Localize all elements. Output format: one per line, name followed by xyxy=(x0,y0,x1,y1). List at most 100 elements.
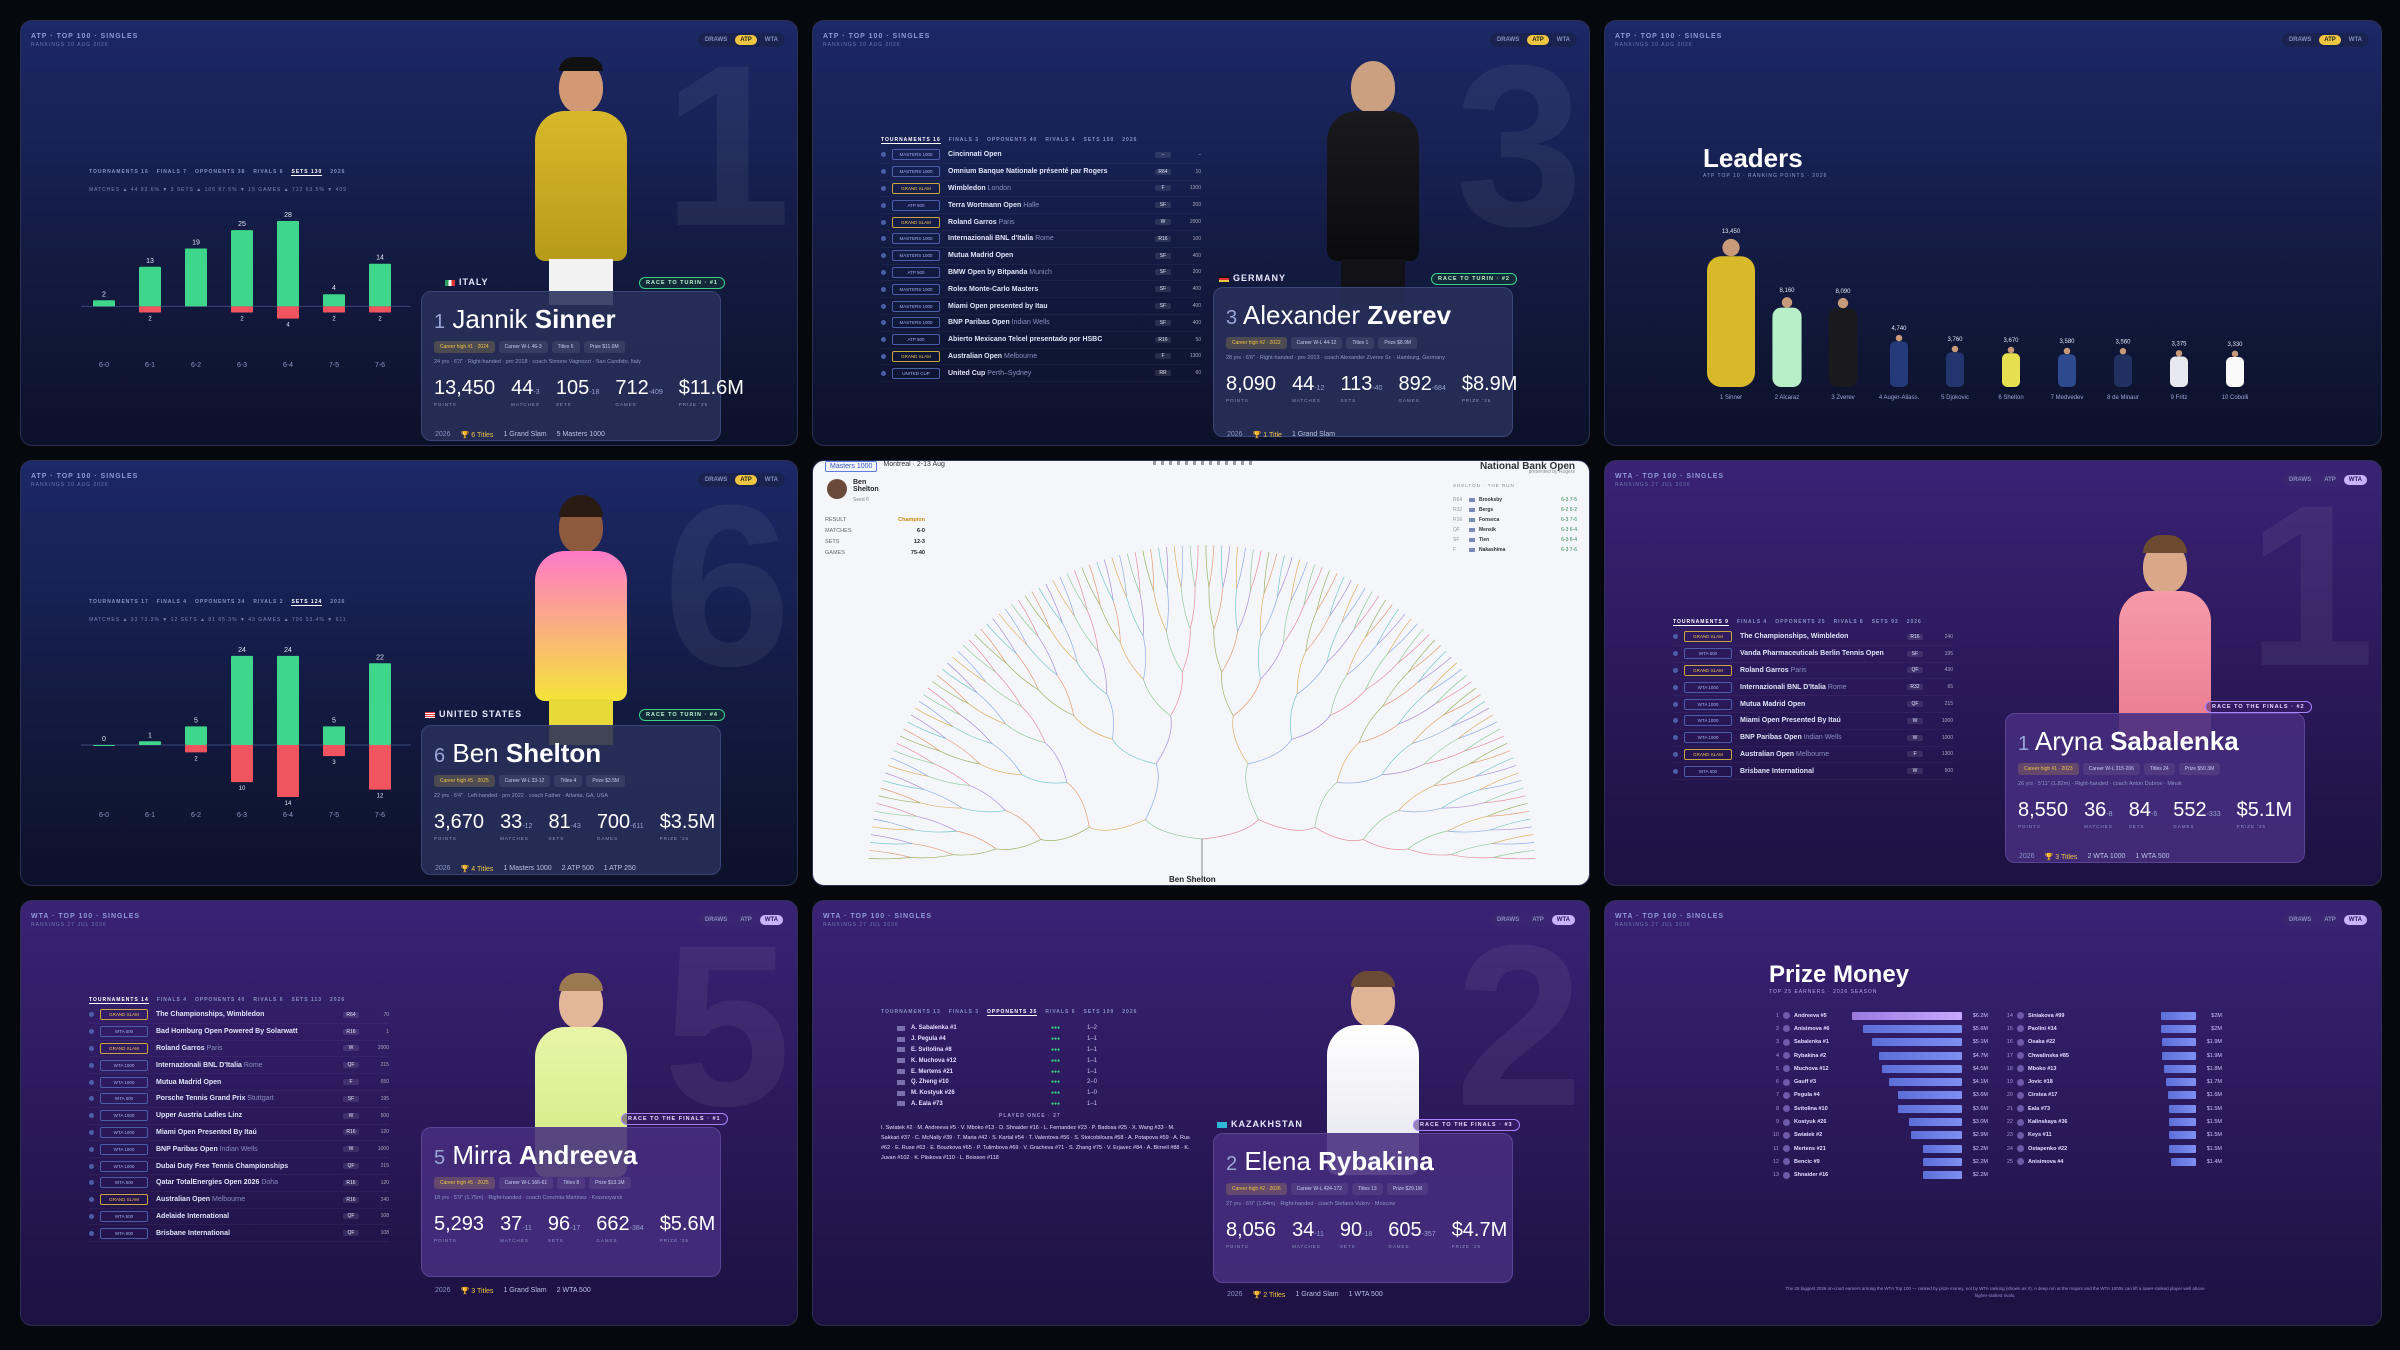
tab-year[interactable]: 2026 xyxy=(330,599,345,606)
card-rybakina[interactable]: WTA · TOP 100 · SINGLES RANKINGS 27 JUL … xyxy=(812,900,1590,1326)
list-item[interactable]: MASTERS 1000 Rolex Monte-Carlo Masters SF… xyxy=(881,281,1201,299)
prize-row[interactable]: 15 Paolini #14 $2M xyxy=(2005,1022,2222,1035)
list-item[interactable]: WTA 500 Brisbane International QF 108 xyxy=(89,1225,389,1243)
list-item[interactable]: WTA 500 Adelaide International QF 108 xyxy=(89,1209,389,1226)
tab-opponents[interactable]: OPPONENTS 35 xyxy=(986,1009,1038,1016)
opponent-row[interactable]: M. Kostyuk #26 ●●● 1–0 xyxy=(897,1088,1097,1099)
tab-tournaments[interactable]: TOURNAMENTS 14 xyxy=(89,997,149,1004)
list-item[interactable]: WTA 1000 BNP Paribas Open Indian Wells W 10… xyxy=(89,1141,389,1159)
card-andreeva[interactable]: WTA · TOP 100 · SINGLES RANKINGS 27 JUL … xyxy=(20,900,798,1326)
tab-opponents[interactable]: OPPONENTS 40 xyxy=(987,137,1037,144)
tab-sets[interactable]: SETS 93 xyxy=(1872,619,1899,626)
card-sabalenka[interactable]: WTA · TOP 100 · SINGLES RANKINGS 27 JUL … xyxy=(1604,460,2382,886)
list-item[interactable]: WTA 500 Vanda Pharmaceuticals Berlin Tenn… xyxy=(1673,646,1953,663)
toggle-draws[interactable]: DRAWS xyxy=(2284,35,2316,45)
prize-row[interactable]: 24 Ostapenko #22 $1.5M xyxy=(2005,1142,2222,1155)
prize-row[interactable]: 10 Swiatek #2 $2.9M xyxy=(1771,1129,1988,1142)
tab-rivals[interactable]: RIVALS 8 xyxy=(1834,619,1864,626)
list-item[interactable]: MASTERS 1000 Miami Open presented by Itau… xyxy=(881,298,1201,315)
opponent-row[interactable]: A. Eala #73 ●●● 1–1 xyxy=(897,1099,1097,1110)
prize-row[interactable]: 4 Rybakina #2 $4.7M xyxy=(1771,1049,1988,1062)
tab-opponents[interactable]: OPPONENTS 25 xyxy=(1775,619,1825,626)
toggle-atp[interactable]: ATP xyxy=(2319,915,2341,925)
list-item[interactable]: UNITED CUP United Cup Perth–Sydney RR 60 xyxy=(881,365,1201,383)
list-item[interactable]: MASTERS 1000 Internazionali BNL d'Italia … xyxy=(881,231,1201,248)
toggle-atp[interactable]: ATP xyxy=(2319,35,2341,45)
tab-finals[interactable]: FINALS 7 xyxy=(157,169,187,176)
list-item[interactable]: GRAND SLAM Wimbledon London F 1300 xyxy=(881,181,1201,198)
prize-row[interactable]: 22 Kalinskaya #36 $1.5M xyxy=(2005,1115,2222,1128)
tab-sets[interactable]: SETS 109 xyxy=(1083,1009,1114,1016)
list-item[interactable]: WTA 1000 Internazionali BNL D'Italia Rome… xyxy=(89,1057,389,1075)
tab-year[interactable]: 2026 xyxy=(330,997,345,1004)
prize-row[interactable]: 6 Gauff #3 $4.1M xyxy=(1771,1075,1988,1088)
list-item[interactable]: MASTERS 1000 Cincinnati Open – – xyxy=(881,147,1201,164)
prize-row[interactable]: 19 Jovic #18 $1.7M xyxy=(2005,1075,2222,1088)
list-item[interactable]: WTA 500 Porsche Tennis Grand Prix Stuttga… xyxy=(89,1091,389,1108)
list-item[interactable]: ATP 500 Terra Wortmann Open Halle SF 200 xyxy=(881,197,1201,215)
opponent-row[interactable]: K. Muchova #12 ●●● 1–1 xyxy=(897,1055,1097,1066)
prize-row[interactable]: 3 Sabalenka #1 $5.1M xyxy=(1771,1036,1988,1049)
list-item[interactable]: GRAND SLAM Roland Garros Paris W 2000 xyxy=(89,1041,389,1058)
radial-draw-tree[interactable] xyxy=(813,501,1590,886)
list-item[interactable]: WTA 500 Bad Homburg Open Powered By Solar… xyxy=(89,1024,389,1041)
prize-row[interactable]: 17 Chwalinska #85 $1.9M xyxy=(2005,1049,2222,1062)
tab-finals[interactable]: FINALS 4 xyxy=(157,599,187,606)
prize-row[interactable]: 21 Eala #73 $1.5M xyxy=(2005,1102,2222,1115)
tab-sets[interactable]: SETS 124 xyxy=(291,599,323,606)
tab-opponents[interactable]: OPPONENTS 34 xyxy=(195,599,245,606)
tab-rivals[interactable]: RIVALS 2 xyxy=(253,599,283,606)
tab-finals[interactable]: FINALS 4 xyxy=(157,997,187,1004)
list-item[interactable]: GRAND SLAM Australian Open Melbourne F 1300 xyxy=(1673,747,1953,764)
toggle-draws[interactable]: DRAWS xyxy=(2284,915,2316,925)
tab-tournaments[interactable]: TOURNAMENTS 16 xyxy=(89,169,149,176)
list-item[interactable]: GRAND SLAM Australian Open Melbourne R16 24… xyxy=(89,1192,389,1209)
card-leaders[interactable]: ATP · TOP 100 · SINGLES RANKINGS 10 AUG … xyxy=(1604,20,2382,446)
list-item[interactable]: GRAND SLAM Roland Garros Paris W 2000 xyxy=(881,214,1201,231)
list-item[interactable]: WTA 1000 Upper Austria Ladies Linz W 500 xyxy=(89,1108,389,1125)
card-draw-bracket[interactable]: Masters 1000 Montreal · 2-13 Aug Nationa… xyxy=(812,460,1590,886)
tab-sets[interactable]: SETS 150 xyxy=(1083,137,1114,144)
opponent-row[interactable]: E. Svitolina #8 ●●● 1–1 xyxy=(897,1045,1097,1056)
list-item[interactable]: ATP 500 Abierto Mexicano Telcel presentad… xyxy=(881,332,1201,349)
prize-row[interactable]: 9 Kostyuk #26 $3.0M xyxy=(1771,1115,1988,1128)
list-item[interactable]: WTA 500 Qatar TotalEnergies Open 2026 Doh… xyxy=(89,1175,389,1192)
tab-tournaments[interactable]: TOURNAMENTS 9 xyxy=(1673,619,1729,626)
tab-year[interactable]: 2026 xyxy=(1122,137,1137,144)
prize-row[interactable]: 12 Bencic #9 $2.2M xyxy=(1771,1155,1988,1168)
list-item[interactable]: GRAND SLAM The Championships, Wimbledon R… xyxy=(1673,629,1953,646)
tab-finals[interactable]: FINALS 4 xyxy=(1737,619,1767,626)
draw-zoom-control[interactable] xyxy=(1153,461,1253,465)
list-item[interactable]: MASTERS 1000 Omnium Banque Nationale prés… xyxy=(881,164,1201,181)
list-item[interactable]: WTA 1000 Mutua Madrid Open QF 215 xyxy=(1673,696,1953,713)
list-item[interactable]: GRAND SLAM Australian Open Melbourne F 1300 xyxy=(881,349,1201,366)
tab-tournaments[interactable]: TOURNAMENTS 13 xyxy=(881,1009,941,1016)
opponent-row[interactable]: A. Sabalenka #1 ●●● 1–2 xyxy=(897,1023,1097,1034)
tab-rivals[interactable]: RIVALS 4 xyxy=(1045,137,1075,144)
list-item[interactable]: GRAND SLAM Roland Garros Paris QF 430 xyxy=(1673,663,1953,680)
prize-row[interactable]: 14 Siniakova #99 $2M xyxy=(2005,1009,2222,1022)
toggle-wta[interactable]: WTA xyxy=(2343,915,2367,925)
prize-row[interactable]: 8 Svitolina #10 $3.6M xyxy=(1771,1102,1988,1115)
list-item[interactable]: WTA 1000 Miami Open Presented By Itaú W 10… xyxy=(1673,713,1953,730)
card-zverev[interactable]: ATP · TOP 100 · SINGLES RANKINGS 10 AUG … xyxy=(812,20,1590,446)
tab-year[interactable]: 2026 xyxy=(1907,619,1922,626)
list-item[interactable]: MASTERS 1000 BNP Paribas Open Indian Well… xyxy=(881,315,1201,332)
prize-row[interactable]: 18 Mboko #13 $1.8M xyxy=(2005,1062,2222,1075)
list-item[interactable]: WTA 1000 Dubai Duty Free Tennis Champions… xyxy=(89,1158,389,1175)
tab-rivals[interactable]: RIVALS 6 xyxy=(253,997,283,1004)
tab-rivals[interactable]: RIVALS 6 xyxy=(1045,1009,1075,1016)
list-item[interactable]: GRAND SLAM The Championships, Wimbledon R… xyxy=(89,1007,389,1024)
tab-rivals[interactable]: RIVALS 6 xyxy=(253,169,283,176)
prize-row[interactable]: 5 Muchova #12 $4.5M xyxy=(1771,1062,1988,1075)
prize-row[interactable]: 25 Anisimova #4 $1.4M xyxy=(2005,1155,2222,1168)
opponent-row[interactable]: Q. Zheng #10 ●●● 2–0 xyxy=(897,1077,1097,1088)
list-item[interactable]: WTA 1000 Internazionali BNL D'Italia Rome… xyxy=(1673,679,1953,697)
tab-sets[interactable]: SETS 130 xyxy=(291,169,323,176)
prize-row[interactable]: 2 Anisimova #6 $5.6M xyxy=(1771,1022,1988,1035)
tab-finals[interactable]: FINALS 3 xyxy=(949,1009,979,1016)
prize-row[interactable]: 16 Osaka #22 $1.9M xyxy=(2005,1036,2222,1049)
prize-row[interactable]: 7 Pegula #4 $3.6M xyxy=(1771,1089,1988,1102)
opponent-row[interactable]: J. Pegula #4 ●●● 1–1 xyxy=(897,1034,1097,1045)
tab-finals[interactable]: FINALS 3 xyxy=(949,137,979,144)
